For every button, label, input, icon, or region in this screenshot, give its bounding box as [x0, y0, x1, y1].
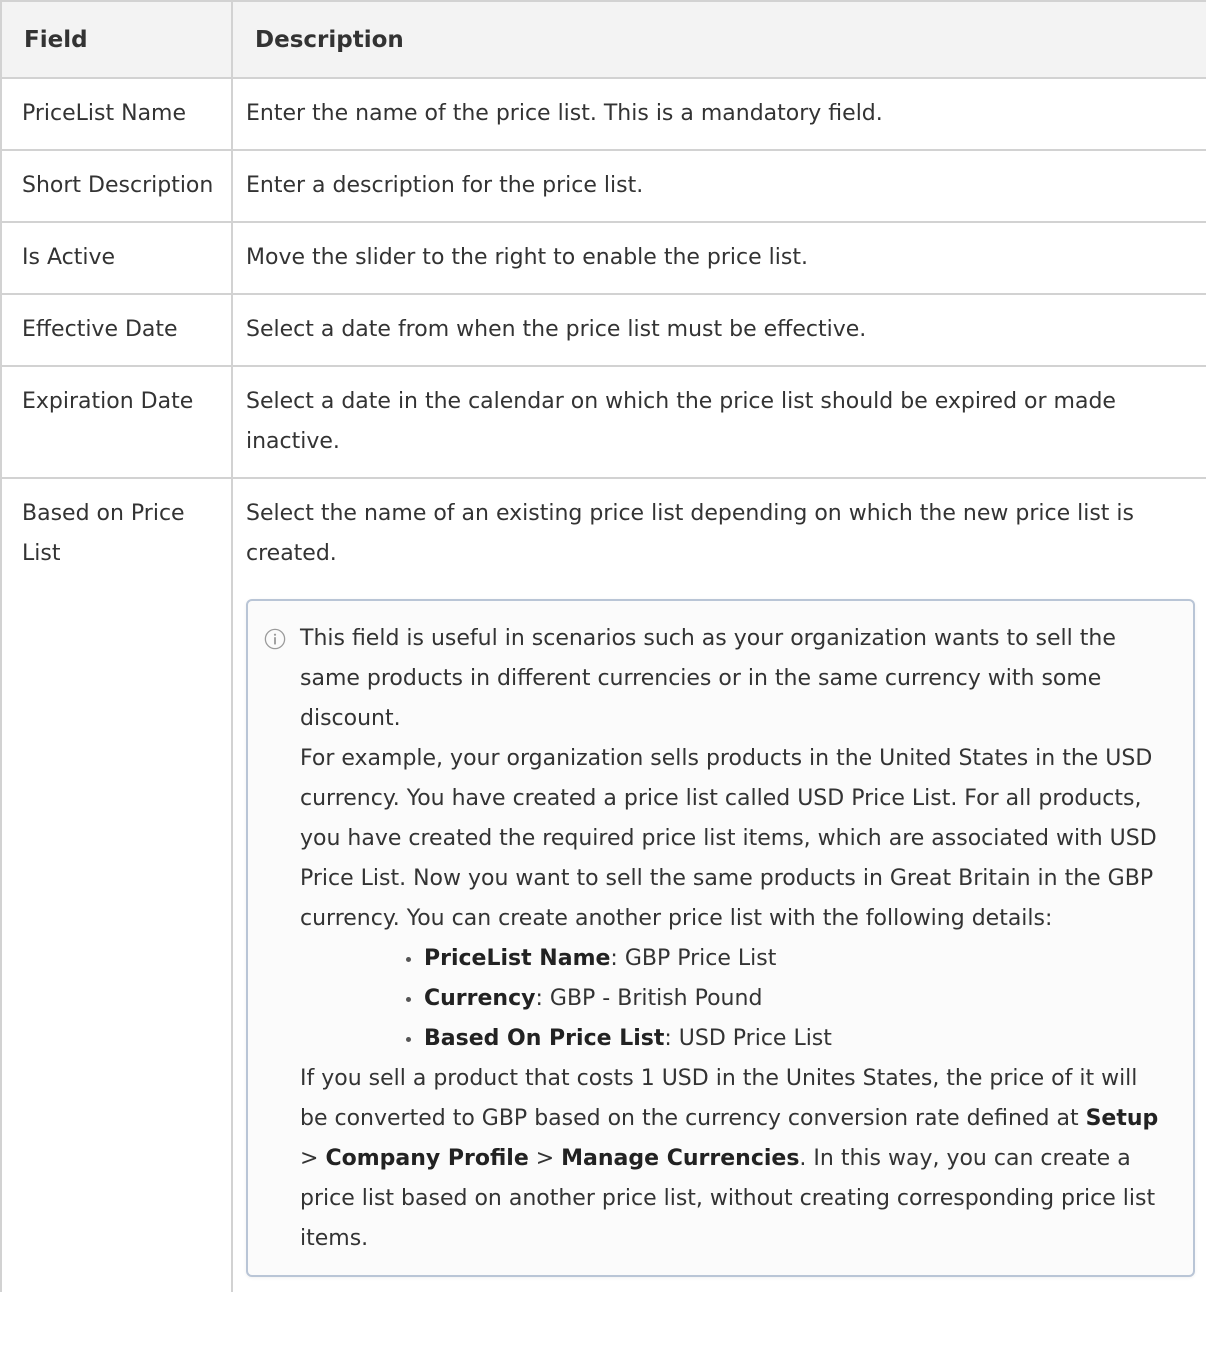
info-note: This field is useful in scenarios such a…: [246, 599, 1195, 1277]
field-name: Is Active: [0, 221, 233, 295]
field-description: Enter the name of the price list. This i…: [231, 77, 1206, 151]
field-description: Move the slider to the right to enable t…: [231, 221, 1206, 295]
path-separator: >: [528, 1146, 562, 1171]
note-conclusion: If you sell a product that costs 1 USD i…: [300, 1059, 1169, 1259]
table-header-row: Field Description: [0, 0, 1206, 79]
field-description: Select the name of an existing price lis…: [246, 501, 1134, 566]
note-intro: This field is useful in scenarios such a…: [300, 626, 1116, 731]
info-icon: [264, 628, 286, 650]
table-row: Effective Date Select a date from when t…: [0, 293, 1206, 367]
field-description-table: Field Description PriceList Name Enter t…: [0, 0, 1206, 1292]
field-description: Enter a description for the price list.: [231, 149, 1206, 223]
conclusion-text: If you sell a product that costs 1 USD i…: [300, 1066, 1138, 1131]
field-name: PriceList Name: [0, 77, 233, 151]
field-description: Select a date in the calendar on which t…: [231, 365, 1206, 479]
path-company-profile: Company Profile: [325, 1146, 529, 1171]
field-description: Select a date from when the price list m…: [231, 293, 1206, 367]
list-item: PriceList Name: GBP Price List: [402, 939, 1169, 979]
field-name: Effective Date: [0, 293, 233, 367]
list-item: Currency: GBP - British Pound: [402, 979, 1169, 1019]
note-example: For example, your organization sells pro…: [300, 746, 1157, 931]
detail-value: : GBP - British Pound: [535, 986, 763, 1011]
field-name: Short Description: [0, 149, 233, 223]
note-body: This field is useful in scenarios such a…: [300, 619, 1169, 1259]
column-header-description: Description: [231, 0, 1206, 79]
field-name: Based on Price List: [0, 477, 233, 1292]
details-list: PriceList Name: GBP Price List Currency:…: [300, 939, 1169, 1059]
field-description-cell: Select the name of an existing price lis…: [231, 477, 1206, 1292]
column-header-field: Field: [0, 0, 233, 79]
detail-value: : GBP Price List: [610, 946, 777, 971]
list-item: Based On Price List: USD Price List: [402, 1019, 1169, 1059]
detail-value: : USD Price List: [664, 1026, 832, 1051]
detail-label: Based On Price List: [424, 1026, 665, 1051]
path-manage-currencies: Manage Currencies: [561, 1146, 800, 1171]
field-name: Expiration Date: [0, 365, 233, 479]
table-row: PriceList Name Enter the name of the pri…: [0, 77, 1206, 151]
table-row: Based on Price List Select the name of a…: [0, 477, 1206, 1292]
detail-label: PriceList Name: [424, 946, 611, 971]
detail-label: Currency: [424, 986, 536, 1011]
table-row: Expiration Date Select a date in the cal…: [0, 365, 1206, 479]
table-row: Short Description Enter a description fo…: [0, 149, 1206, 223]
path-setup: Setup: [1085, 1106, 1159, 1131]
table-row: Is Active Move the slider to the right t…: [0, 221, 1206, 295]
path-separator: >: [300, 1146, 326, 1171]
